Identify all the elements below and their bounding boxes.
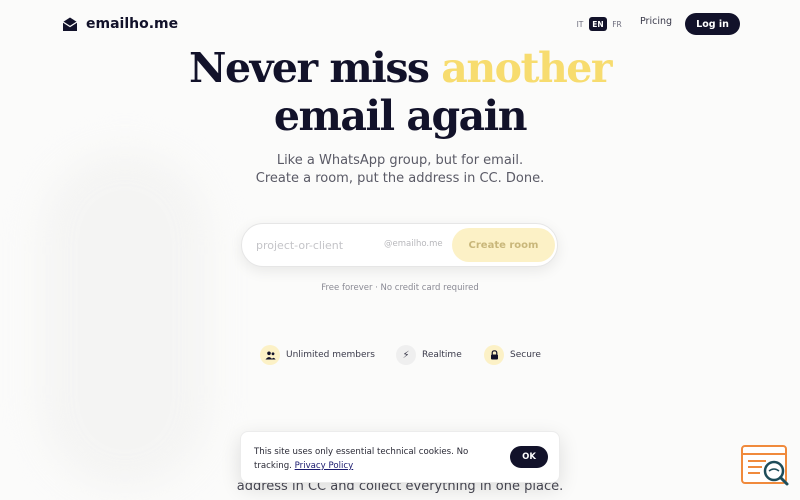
feature-secure: Secure [484, 345, 541, 365]
language-it[interactable]: IT [574, 17, 586, 31]
domain-suffix: @emailho.me [384, 239, 443, 249]
lock-icon [484, 345, 504, 365]
hero-title-highlight: another [441, 44, 612, 92]
cookie-message: This site uses only essential technical … [254, 445, 494, 473]
hero-title-line-2: email again [273, 92, 528, 140]
create-room-form: @emailho.me Create room [241, 223, 558, 267]
room-name-input[interactable] [256, 236, 376, 254]
open-envelope-icon [62, 16, 78, 32]
feature-label: Unlimited members [286, 350, 375, 360]
hero-title-line-1: Never miss another [0, 44, 800, 92]
login-button[interactable]: Log in [685, 13, 740, 35]
language-fr[interactable]: FR [610, 17, 624, 31]
create-room-button[interactable]: Create room [452, 228, 555, 262]
cookie-banner: This site uses only essential technical … [240, 431, 560, 483]
language-en[interactable]: EN [589, 17, 607, 31]
feature-label: Secure [510, 350, 541, 360]
cookie-text: This site uses only essential technical … [254, 447, 469, 471]
search-widget-button[interactable] [740, 443, 792, 489]
pricing-note: Free forever · No credit card required [321, 283, 479, 293]
privacy-policy-link[interactable]: Privacy Policy [295, 461, 354, 471]
hero-subtitle-line-1: Like a WhatsApp group, but for email. [276, 153, 524, 168]
background-blob [40, 150, 210, 490]
cookie-ok-button[interactable]: OK [510, 446, 548, 468]
feature-unlimited-members: Unlimited members [260, 345, 375, 365]
feature-realtime: ⚡ Realtime [396, 345, 462, 365]
pricing-link[interactable]: Pricing [640, 16, 672, 27]
document-search-icon [741, 445, 789, 486]
brand-name: emailho.me [86, 16, 179, 32]
feature-label: Realtime [422, 350, 462, 360]
hero-title-part1: Never miss [189, 44, 442, 92]
people-icon [260, 345, 280, 365]
site-header: emailho.me IT EN FR Pricing Log in [0, 0, 800, 48]
brand-logo[interactable]: emailho.me [62, 14, 178, 34]
hero-subtitle-line-2: Create a room, put the address in CC. Do… [255, 171, 545, 186]
lightning-icon: ⚡ [396, 345, 416, 365]
